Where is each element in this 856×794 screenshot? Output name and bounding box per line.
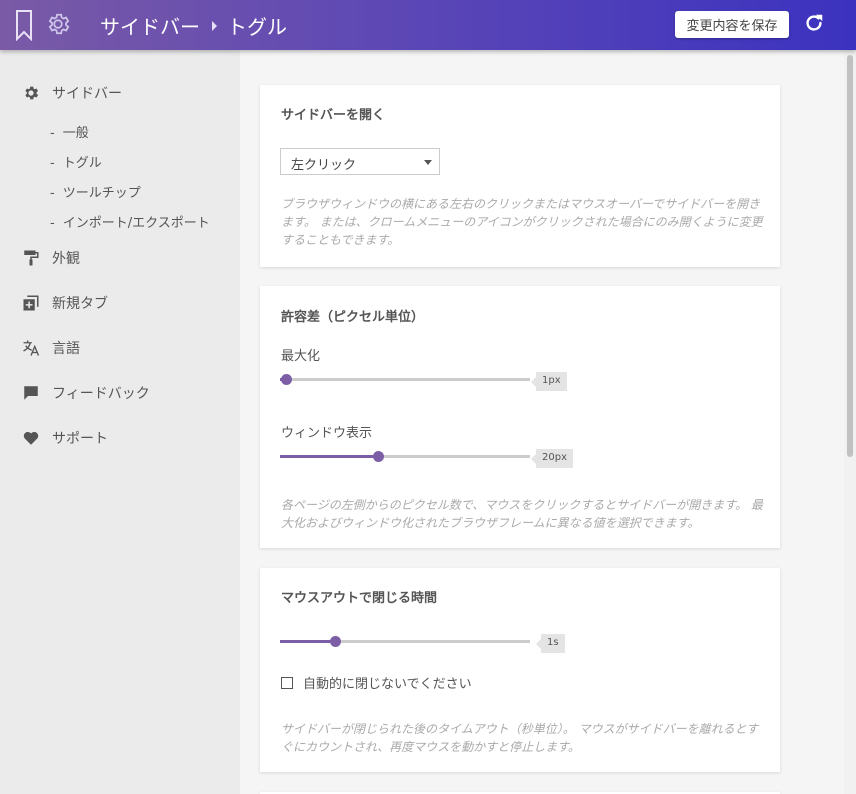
maximized-label: 最大化 (281, 349, 321, 364)
bullet-dash: - (50, 156, 55, 171)
sidebar-subitem-toggle[interactable]: - トグル (50, 152, 102, 171)
refresh-icon[interactable] (803, 12, 825, 34)
sidebar: サイドバー - 一般 - トグル - ツールチップ - インポート/エクスポート 外観 … (0, 50, 240, 794)
breadcrumb-separator-icon (212, 20, 217, 31)
sidebar-item-label: 新規タブ (52, 296, 108, 312)
sidebar-subitem-import-export[interactable]: - インポート/エクスポート (50, 212, 210, 231)
bullet-dash: - (50, 186, 55, 201)
save-button[interactable]: 変更内容を保存 (675, 11, 789, 38)
slider-handle[interactable] (330, 636, 341, 647)
sidebar-item-feedback[interactable]: フィードバック (22, 383, 150, 403)
card-description: 各ページの左側からのピクセル数で、マウスをクリックするとサイドバーが開きます。 … (281, 498, 763, 530)
sidebar-item-label: 外観 (52, 251, 80, 267)
close-delay-value-badge: 1s (536, 634, 565, 653)
maximized-value-badge: 1px (531, 372, 567, 391)
sidebar-subitem-label: インポート/エクスポート (62, 216, 210, 231)
no-auto-close-checkbox[interactable] (281, 676, 293, 689)
card-title: サイドバーを開く (281, 108, 386, 123)
breadcrumb-current: トグル (227, 15, 287, 39)
slider-track (280, 378, 530, 381)
sidebar-item-support[interactable]: サポート (22, 428, 108, 448)
checkbox-label: 自動的に閉じないでください (303, 677, 472, 692)
chat-icon (24, 386, 38, 400)
tolerance-card: 許容差（ピクセル単位） 最大化 1px ウィンドウ表示 20px 各ページの左側… (260, 286, 780, 548)
open-sidebar-card: サイドバーを開く 左クリック ブラウザウィンドウの横にある左右のクリックまたはマ… (260, 85, 780, 267)
card-title: 許容差（ピクセル単位） (281, 310, 425, 325)
no-auto-close-row[interactable]: 自動的に閉じないでください (281, 673, 472, 692)
chevron-down-icon (424, 160, 432, 165)
slider-handle[interactable] (372, 451, 384, 462)
sidebar-item-sidebar[interactable]: サイドバー (22, 83, 122, 103)
slider-fill (280, 455, 378, 458)
scrollbar-thumb[interactable] (847, 55, 853, 457)
sidebar-item-label: サイドバー (52, 86, 122, 102)
gear-icon[interactable] (45, 11, 71, 37)
open-method-select[interactable]: 左クリック (280, 148, 440, 175)
gear-icon (25, 86, 39, 100)
windowed-slider[interactable] (280, 447, 530, 467)
maximized-slider[interactable] (280, 370, 530, 390)
sidebar-subitem-general[interactable]: - 一般 (50, 122, 89, 141)
translate-icon (23, 340, 40, 356)
app-header: サイドバー トグル 変更内容を保存 (0, 0, 856, 50)
windowed-value-badge: 20px (531, 449, 573, 468)
sidebar-item-appearance[interactable]: 外観 (22, 248, 80, 268)
sidebar-item-label: 言語 (52, 341, 80, 357)
heart-icon (23, 431, 39, 445)
main-content: サイドバーを開く 左クリック ブラウザウィンドウの横にある左右のクリックまたはマ… (240, 50, 844, 794)
new-tab-icon (23, 295, 39, 311)
breadcrumb-root[interactable]: サイドバー (100, 11, 200, 40)
windowed-label: ウィンドウ表示 (281, 426, 373, 441)
sidebar-item-label: フィードバック (52, 386, 150, 402)
sidebar-subitem-label: 一般 (62, 126, 89, 141)
breadcrumb: サイドバー トグル (100, 11, 287, 40)
sidebar-item-label: サポート (52, 431, 108, 447)
bullet-dash: - (50, 216, 55, 231)
card-title: マウスアウトで閉じる時間 (281, 591, 438, 606)
sidebar-subitem-label: トグル (62, 156, 102, 171)
card-description: ブラウザウィンドウの横にある左右のクリックまたはマウスオーバーでサイドバーを開き… (281, 197, 763, 247)
bullet-dash: - (50, 126, 55, 141)
slider-fill (280, 640, 335, 643)
mouseout-card: マウスアウトで閉じる時間 1s 自動的に閉じないでください サイドバーが閉じられ… (260, 568, 780, 772)
paint-roller-icon (24, 250, 39, 266)
bookmark-icon[interactable] (14, 9, 34, 41)
sidebar-subitem-tooltip[interactable]: - ツールチップ (50, 182, 141, 201)
card-description: サイドバーが閉じられた後のタイムアウト（秒単位）。 マウスがサイドバーを離れると… (281, 722, 759, 754)
sidebar-item-new-tab[interactable]: 新規タブ (22, 293, 108, 313)
sidebar-subitem-label: ツールチップ (62, 186, 141, 201)
sidebar-item-language[interactable]: 言語 (22, 338, 80, 358)
scrollbar[interactable] (844, 50, 856, 794)
close-delay-slider[interactable] (280, 632, 530, 652)
slider-handle[interactable] (281, 374, 292, 385)
select-value: 左クリック (291, 158, 357, 173)
